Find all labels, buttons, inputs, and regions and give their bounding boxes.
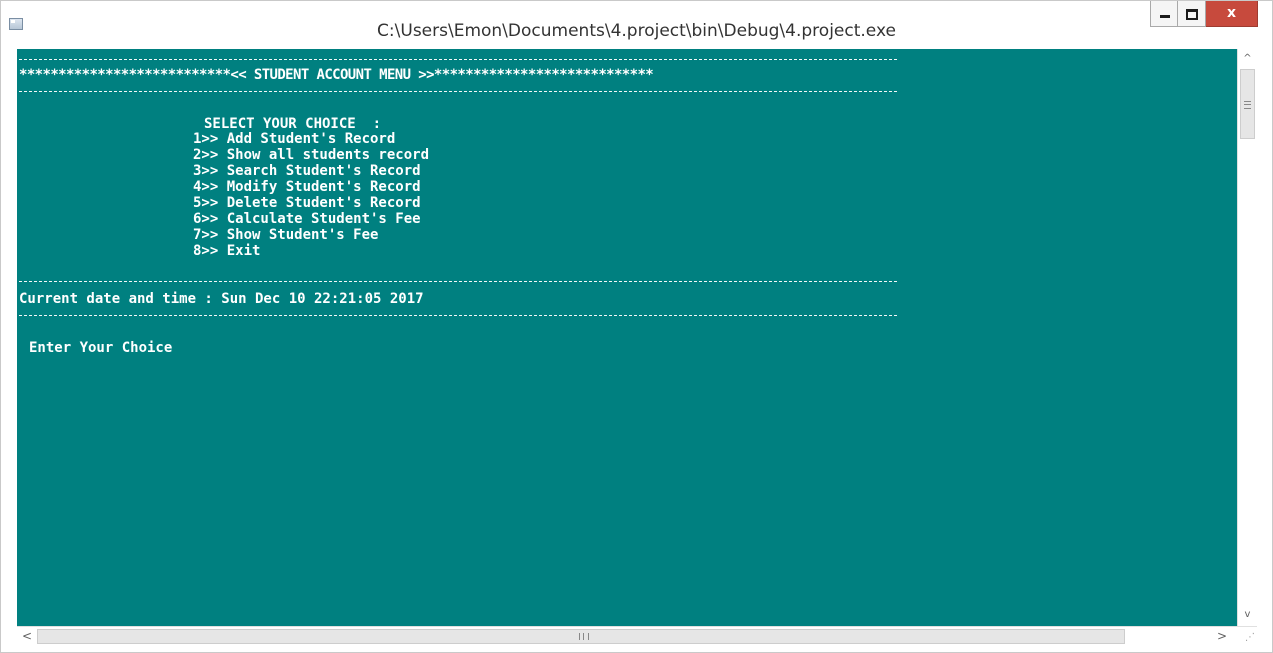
caption-buttons: x xyxy=(1150,1,1258,29)
menu-item: 6>> Calculate Student's Fee xyxy=(193,211,421,227)
menu-header: ***************************<< STUDENT AC… xyxy=(19,67,654,83)
window-title: C:\Users\Emon\Documents\4.project\bin\De… xyxy=(377,21,896,41)
horizontal-scroll-thumb[interactable] xyxy=(37,629,1125,644)
menu-item: 5>> Delete Student's Record xyxy=(193,195,421,211)
enter-choice-prompt: Enter Your Choice xyxy=(29,340,173,356)
menu-item: 7>> Show Student's Fee xyxy=(193,227,379,243)
scroll-up-icon[interactable]: ^ xyxy=(1238,50,1257,68)
select-prompt: SELECT YOUR CHOICE : xyxy=(204,116,382,132)
menu-item: 1>> Add Student's Record xyxy=(193,131,396,147)
menu-item: 2>> Show all students record xyxy=(193,147,430,163)
menu-item: 4>> Modify Student's Record xyxy=(193,179,421,195)
menu-item: 3>> Search Student's Record xyxy=(193,163,421,179)
menu-item: 8>> Exit xyxy=(193,243,261,259)
grip-icon xyxy=(1244,101,1251,109)
console-output[interactable]: ***************************<< STUDENT AC… xyxy=(17,49,1237,626)
grip-icon xyxy=(579,633,589,640)
minimize-button[interactable] xyxy=(1150,1,1178,27)
resize-grip-icon[interactable]: ⋰ xyxy=(1239,631,1255,645)
horizontal-scrollbar[interactable]: < > xyxy=(17,626,1257,646)
close-icon: x xyxy=(1226,5,1237,21)
separator-line xyxy=(19,91,897,92)
separator-line xyxy=(19,281,897,282)
separator-line xyxy=(19,59,897,60)
vertical-scroll-thumb[interactable] xyxy=(1240,69,1255,139)
maximize-button[interactable] xyxy=(1178,1,1206,27)
console-window: C:\Users\Emon\Documents\4.project\bin\De… xyxy=(0,0,1273,653)
close-button[interactable]: x xyxy=(1206,1,1258,27)
scroll-right-icon[interactable]: > xyxy=(1213,627,1231,646)
separator-line xyxy=(19,315,897,316)
scroll-left-icon[interactable]: < xyxy=(18,627,36,646)
datetime-line: Current date and time : Sun Dec 10 22:21… xyxy=(19,291,424,307)
title-bar[interactable]: C:\Users\Emon\Documents\4.project\bin\De… xyxy=(1,1,1272,49)
vertical-scrollbar[interactable]: ^ v xyxy=(1237,49,1257,626)
scroll-down-icon[interactable]: v xyxy=(1238,606,1257,624)
